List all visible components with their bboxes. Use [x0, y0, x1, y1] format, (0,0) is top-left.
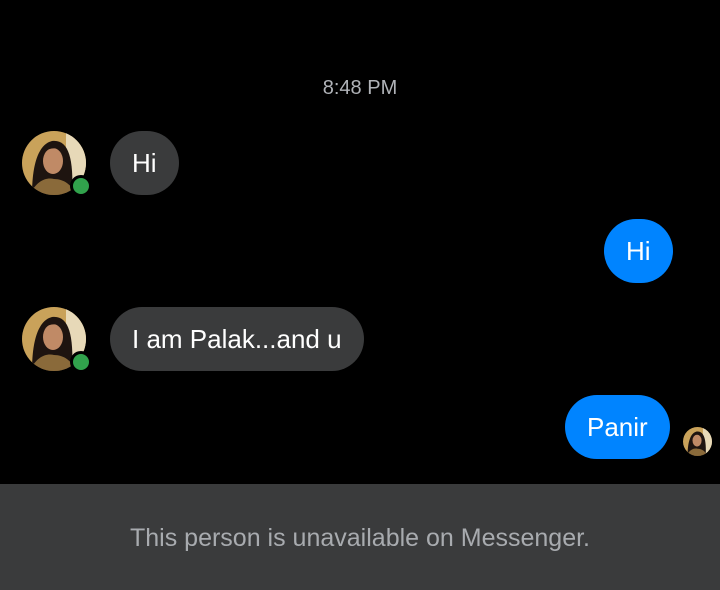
- message-text: Hi: [132, 147, 157, 178]
- unavailable-notice-text: This person is unavailable on Messenger.: [130, 523, 590, 552]
- contact-avatar-icon[interactable]: [22, 307, 92, 373]
- read-receipt-avatar-icon: [683, 427, 712, 456]
- message-timestamp: 8:48 PM: [322, 77, 398, 99]
- contact-avatar-icon[interactable]: [22, 131, 92, 197]
- unavailable-notice-bar: This person is unavailable on Messenger.: [0, 484, 720, 590]
- message-text: Panir: [587, 411, 648, 442]
- sent-message-bubble[interactable]: Hi: [604, 219, 673, 283]
- message-text: Hi: [626, 235, 651, 266]
- online-status-icon: [70, 351, 92, 373]
- received-message-bubble[interactable]: I am Palak...and u: [110, 307, 364, 371]
- received-message-bubble[interactable]: Hi: [110, 131, 179, 195]
- message-text: I am Palak...and u: [132, 323, 342, 354]
- sent-message-bubble[interactable]: Panir: [565, 395, 670, 459]
- online-status-icon: [70, 175, 92, 197]
